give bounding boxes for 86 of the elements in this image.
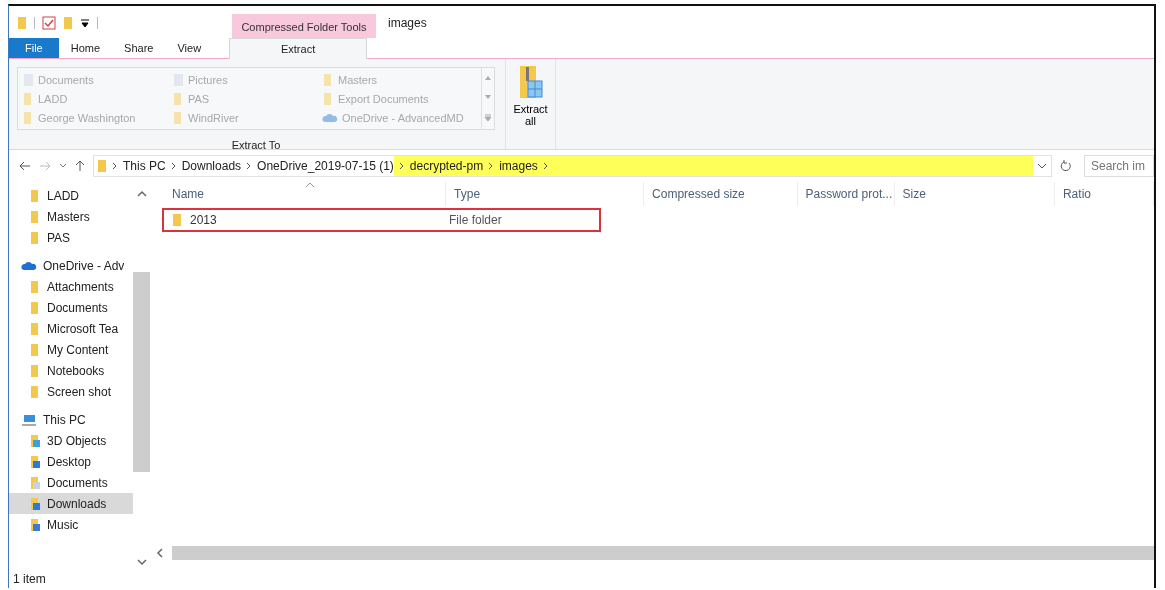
column-header[interactable]: Compressed size bbox=[652, 187, 745, 201]
file-name: 2013 bbox=[190, 213, 217, 227]
folder-icon bbox=[29, 321, 41, 336]
cloud-icon bbox=[322, 112, 338, 123]
folder-icon bbox=[29, 209, 41, 224]
status-text: 1 item bbox=[13, 572, 46, 586]
folder-icon bbox=[322, 72, 334, 87]
nav-item[interactable]: Screen shot bbox=[9, 381, 133, 402]
breadcrumb[interactable]: decrypted-pm bbox=[409, 156, 484, 176]
folder-icon bbox=[29, 279, 41, 294]
nav-item[interactable]: Notebooks bbox=[9, 360, 133, 381]
folder-icon bbox=[172, 110, 184, 125]
nav-item[interactable]: Attachments bbox=[9, 276, 133, 297]
nav-item[interactable]: Music bbox=[9, 514, 133, 535]
file-row[interactable]: 2013 File folder bbox=[164, 210, 599, 230]
scrollbar-thumb[interactable] bbox=[133, 272, 150, 472]
nav-item[interactable]: OneDrive - Adv bbox=[9, 255, 133, 276]
scrollbar-thumb[interactable] bbox=[172, 546, 1154, 560]
ribbon-tab[interactable]: Share bbox=[112, 38, 166, 58]
nav-item[interactable]: Desktop bbox=[9, 451, 133, 472]
scroll-down-icon[interactable] bbox=[136, 558, 147, 566]
chevron-icon[interactable] bbox=[246, 162, 253, 170]
group-label: Extract To bbox=[231, 139, 281, 151]
nav-item[interactable]: PAS bbox=[9, 227, 133, 248]
folder-icon bbox=[29, 517, 41, 532]
column-header[interactable]: Ratio bbox=[1062, 187, 1091, 201]
folder-icon bbox=[29, 230, 41, 245]
file-type: File folder bbox=[449, 213, 502, 227]
nav-item[interactable]: Downloads bbox=[9, 493, 133, 514]
chevron-icon[interactable] bbox=[398, 162, 405, 170]
column-header[interactable]: Size bbox=[902, 187, 926, 201]
folder-icon bbox=[29, 475, 41, 490]
nav-item[interactable]: Masters bbox=[9, 206, 133, 227]
properties-icon[interactable] bbox=[42, 16, 56, 30]
nav-item[interactable]: 3D Objects bbox=[9, 430, 133, 451]
ribbon-tab[interactable]: View bbox=[165, 38, 214, 58]
ribbon-tab[interactable]: Home bbox=[58, 38, 113, 58]
nav-item[interactable]: Documents bbox=[9, 472, 133, 493]
scroll-left-icon[interactable] bbox=[156, 548, 164, 558]
computer-icon bbox=[21, 413, 37, 426]
chevron-icon[interactable] bbox=[542, 162, 549, 170]
nav-item[interactable]: LADD bbox=[9, 185, 133, 206]
dropdown-icon[interactable] bbox=[1037, 162, 1047, 170]
context-tab-group: Compressed Folder Tools bbox=[232, 14, 376, 38]
recent-dropdown-icon[interactable] bbox=[59, 163, 67, 169]
folder-icon bbox=[322, 91, 334, 106]
folder-icon bbox=[97, 159, 107, 173]
breadcrumb[interactable]: Downloads bbox=[181, 156, 242, 176]
ribbon-tab[interactable]: File bbox=[9, 38, 59, 58]
breadcrumb[interactable]: images bbox=[499, 156, 538, 176]
folder-icon bbox=[29, 496, 41, 511]
dropdown-icon[interactable] bbox=[80, 18, 90, 28]
search-field[interactable]: Search im bbox=[1084, 155, 1154, 177]
folder-icon bbox=[22, 91, 34, 106]
cloud-icon bbox=[21, 260, 37, 271]
address-bar[interactable]: This PC Downloads OneDrive_2019-07-15 (1) decrypted-pm images bbox=[93, 155, 1052, 177]
extract-all-button[interactable]: Extract all bbox=[506, 59, 556, 149]
window-title: images bbox=[387, 16, 427, 32]
folder-icon bbox=[29, 454, 41, 469]
chevron-icon[interactable] bbox=[488, 162, 495, 170]
ribbon-tab[interactable]: Extract bbox=[229, 38, 368, 59]
nav-item[interactable]: This PC bbox=[9, 409, 133, 430]
nav-item[interactable]: Documents bbox=[9, 297, 133, 318]
folder-icon bbox=[29, 342, 41, 357]
folder-icon bbox=[172, 91, 184, 106]
nav-item[interactable]: Microsoft Tea bbox=[9, 318, 133, 339]
breadcrumb[interactable]: OneDrive_2019-07-15 (1) bbox=[257, 156, 394, 176]
chevron-icon[interactable] bbox=[170, 162, 177, 170]
breadcrumb[interactable]: This PC bbox=[123, 156, 166, 176]
folder-icon bbox=[29, 433, 41, 448]
scroll-up-icon[interactable] bbox=[136, 190, 147, 198]
folder-icon bbox=[29, 188, 41, 203]
refresh-icon[interactable] bbox=[1060, 160, 1072, 172]
up-icon[interactable] bbox=[75, 160, 85, 172]
column-header[interactable]: Password prot... bbox=[805, 187, 893, 201]
folder-icon bbox=[172, 213, 182, 227]
folder-icon bbox=[22, 110, 34, 125]
column-header[interactable]: Name bbox=[172, 187, 204, 201]
column-header[interactable]: Type bbox=[454, 187, 481, 201]
nav-item[interactable]: My Content bbox=[9, 339, 133, 360]
folder-icon bbox=[29, 384, 41, 399]
folder-icon bbox=[29, 300, 41, 315]
chevron-icon[interactable] bbox=[112, 162, 118, 170]
back-icon[interactable] bbox=[19, 161, 31, 171]
zip-folder-icon bbox=[517, 65, 544, 101]
folder-icon bbox=[29, 363, 41, 378]
